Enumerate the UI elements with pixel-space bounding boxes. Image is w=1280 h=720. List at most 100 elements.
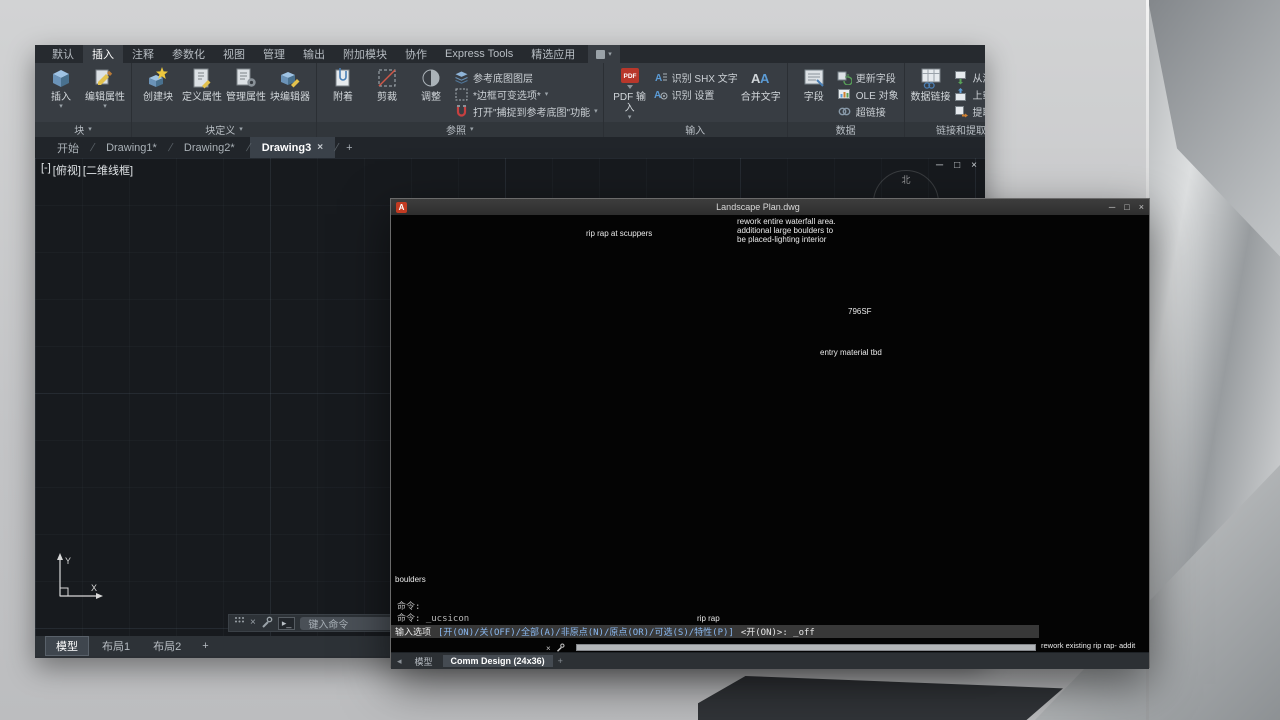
command-placeholder: 键入命令 <box>308 616 348 631</box>
upload-to-source-button[interactable]: 上载到源 <box>954 87 985 102</box>
float-close-icon[interactable]: × <box>1139 202 1144 212</box>
define-attribute-label: 定义属性 <box>182 92 222 103</box>
ribbon-tab-annotate[interactable]: 注释 <box>123 45 163 63</box>
customize-wrench-icon[interactable] <box>261 616 273 631</box>
pdf-import-button[interactable]: PDF PDF 输入 ▾ <box>609 66 651 122</box>
float-minimize-icon[interactable]: ─ <box>1109 202 1115 212</box>
viewport-style-control[interactable]: [二维线框] <box>83 162 133 178</box>
layout-tab-layout2[interactable]: 布局2 <box>143 637 191 655</box>
underlay-layers-icon <box>454 70 469 85</box>
create-block-button[interactable]: 创建块 <box>137 66 179 122</box>
frame-options-button[interactable]: *边框可变选项* ▾ <box>454 87 598 102</box>
panel-label-block[interactable]: 块▾ <box>35 122 131 137</box>
viewport-view-control[interactable]: [俯视] <box>53 162 81 178</box>
edit-attribute-label: 编辑属性 <box>85 92 125 103</box>
ribbon-tab-featured[interactable]: 精选应用 <box>522 45 584 63</box>
define-attribute-icon <box>190 66 214 90</box>
new-drawing-tab-button[interactable]: + <box>338 137 360 158</box>
manage-attribute-button[interactable]: 管理属性 <box>225 66 267 122</box>
underlay-layers-button[interactable]: 参考底图图层 <box>454 70 598 85</box>
close-command-icon[interactable]: × <box>250 618 256 628</box>
horizontal-scrollbar[interactable] <box>576 644 1036 651</box>
ribbon-tab-output[interactable]: 输出 <box>294 45 334 63</box>
close-tab-icon[interactable]: × <box>317 142 323 153</box>
layout-scroll-left-icon[interactable]: ◂ <box>394 656 405 667</box>
command-options[interactable]: [开(ON)/关(OFF)/全部(A)/非原点(N)/原点(OR)/可选(S)/… <box>438 625 734 638</box>
ribbon-tab-collaborate[interactable]: 协作 <box>396 45 436 63</box>
command-prompt-chip[interactable]: ▸_ <box>278 617 296 630</box>
float-new-layout-button[interactable]: + <box>555 656 566 666</box>
panel-label-data[interactable]: 数据 <box>788 122 904 137</box>
panel-label-import[interactable]: 输入 <box>604 122 787 137</box>
field-button[interactable]: 字段 <box>793 66 835 122</box>
ole-object-label: OLE 对象 <box>856 87 899 102</box>
update-field-button[interactable]: 更新字段 <box>837 70 899 85</box>
recognize-shx-label: 识别 SHX 文字 <box>672 70 738 85</box>
annotation-rip-rap: rip rap <box>697 614 720 623</box>
panel-label-block-definition[interactable]: 块定义▾ <box>132 122 316 137</box>
extract-data-button[interactable]: 提取数据 <box>954 104 985 119</box>
data-link-button[interactable]: 数据链接 <box>910 66 952 122</box>
float-layout-tab-comm-design[interactable]: Comm Design (24x36) <box>443 655 553 667</box>
float-maximize-icon[interactable]: □ <box>1124 202 1129 212</box>
file-tab-drawing1[interactable]: Drawing1* <box>94 137 169 158</box>
doc-close-icon[interactable]: × <box>971 160 977 171</box>
landscape-plan-canvas[interactable]: rip rap at scuppers rework entire waterf… <box>391 215 1149 652</box>
snap-to-underlay-icon <box>454 104 469 119</box>
svg-text:A: A <box>760 71 770 86</box>
grip-dots-icon[interactable] <box>234 616 245 630</box>
command-prefix: 输入选项 <box>395 625 431 638</box>
adjust-icon <box>419 66 443 90</box>
file-tab-drawing3[interactable]: Drawing3× <box>250 137 335 158</box>
float-command-line[interactable]: 输入选项 [开(ON)/关(OFF)/全部(A)/非原点(N)/原点(OR)/可… <box>391 625 1039 638</box>
ribbon-tab-home[interactable]: 默认 <box>43 45 83 63</box>
insert-block-button[interactable]: 插入 ▾ <box>40 66 82 122</box>
ribbon-tab-parametric[interactable]: 参数化 <box>163 45 214 63</box>
clip-button[interactable]: 剪裁 <box>366 66 408 122</box>
recognition-settings-icon: A <box>653 87 668 102</box>
chevron-down-icon: ▾ <box>545 91 549 98</box>
insert-block-label: 插入 <box>51 92 71 103</box>
adjust-button[interactable]: 调整 <box>410 66 452 122</box>
field-label: 字段 <box>804 92 824 103</box>
snap-to-underlay-button[interactable]: 打开"捕捉到参考底图"功能 ▾ <box>454 104 598 119</box>
ribbon-tab-manage[interactable]: 管理 <box>254 45 294 63</box>
annotation-entry-material: entry material tbd <box>820 348 882 357</box>
recognition-settings-label: 识别 设置 <box>672 87 715 102</box>
palette-close-icon[interactable]: × <box>546 644 551 652</box>
file-tab-drawing2[interactable]: Drawing2* <box>172 137 247 158</box>
ribbon-tab-addins[interactable]: 附加模块 <box>334 45 396 63</box>
file-tab-start[interactable]: 开始 <box>45 137 91 158</box>
float-title-bar[interactable]: A Landscape Plan.dwg ─ □ × <box>391 199 1149 215</box>
viewport-controls: [-] [俯视] [二维线框] <box>41 162 133 178</box>
ribbon-tab-insert[interactable]: 插入 <box>83 45 123 63</box>
define-attribute-button[interactable]: 定义属性 <box>181 66 223 122</box>
new-layout-button[interactable]: + <box>194 639 216 653</box>
float-layout-bar: ◂ 模型 Comm Design (24x36) + <box>391 652 1149 669</box>
ribbon-tab-express[interactable]: Express Tools <box>436 45 522 63</box>
viewport-menu-control[interactable]: [-] <box>41 162 51 178</box>
ribbon-tab-bar: 默认 插入 注释 参数化 视图 管理 输出 附加模块 协作 Express To… <box>35 45 985 63</box>
palette-wrench-icon[interactable] <box>556 643 565 652</box>
block-editor-button[interactable]: 块编辑器 <box>269 66 311 122</box>
hyperlink-button[interactable]: 超链接 <box>837 104 899 119</box>
recognize-shx-button[interactable]: A 识别 SHX 文字 <box>653 70 738 85</box>
layout-tab-layout1[interactable]: 布局1 <box>92 637 140 655</box>
recognition-settings-button[interactable]: A 识别 设置 <box>653 87 738 102</box>
combine-text-button[interactable]: AA 合并文字 <box>740 66 782 122</box>
doc-minimize-icon[interactable]: ─ <box>936 160 943 171</box>
panel-label-link-extract[interactable]: 链接和提取 <box>905 122 985 137</box>
doc-restore-icon[interactable]: □ <box>954 160 960 171</box>
float-window-title: Landscape Plan.dwg <box>413 202 1103 212</box>
attach-button[interactable]: 附着 <box>322 66 364 122</box>
download-from-source-button[interactable]: 从源下载 <box>954 70 985 85</box>
edit-attribute-button[interactable]: 编辑属性 ▾ <box>84 66 126 122</box>
ribbon-display-toggle[interactable]: ▾ <box>588 45 620 63</box>
layout-tab-model[interactable]: 模型 <box>45 636 89 656</box>
extract-data-icon <box>954 104 969 119</box>
ole-object-button[interactable]: OLE 对象 <box>837 87 899 102</box>
panel-label-reference[interactable]: 参照▾ <box>317 122 603 137</box>
ribbon-tab-view[interactable]: 视图 <box>214 45 254 63</box>
annotation-boulders: boulders <box>395 575 426 584</box>
float-layout-tab-model[interactable]: 模型 <box>407 654 441 669</box>
